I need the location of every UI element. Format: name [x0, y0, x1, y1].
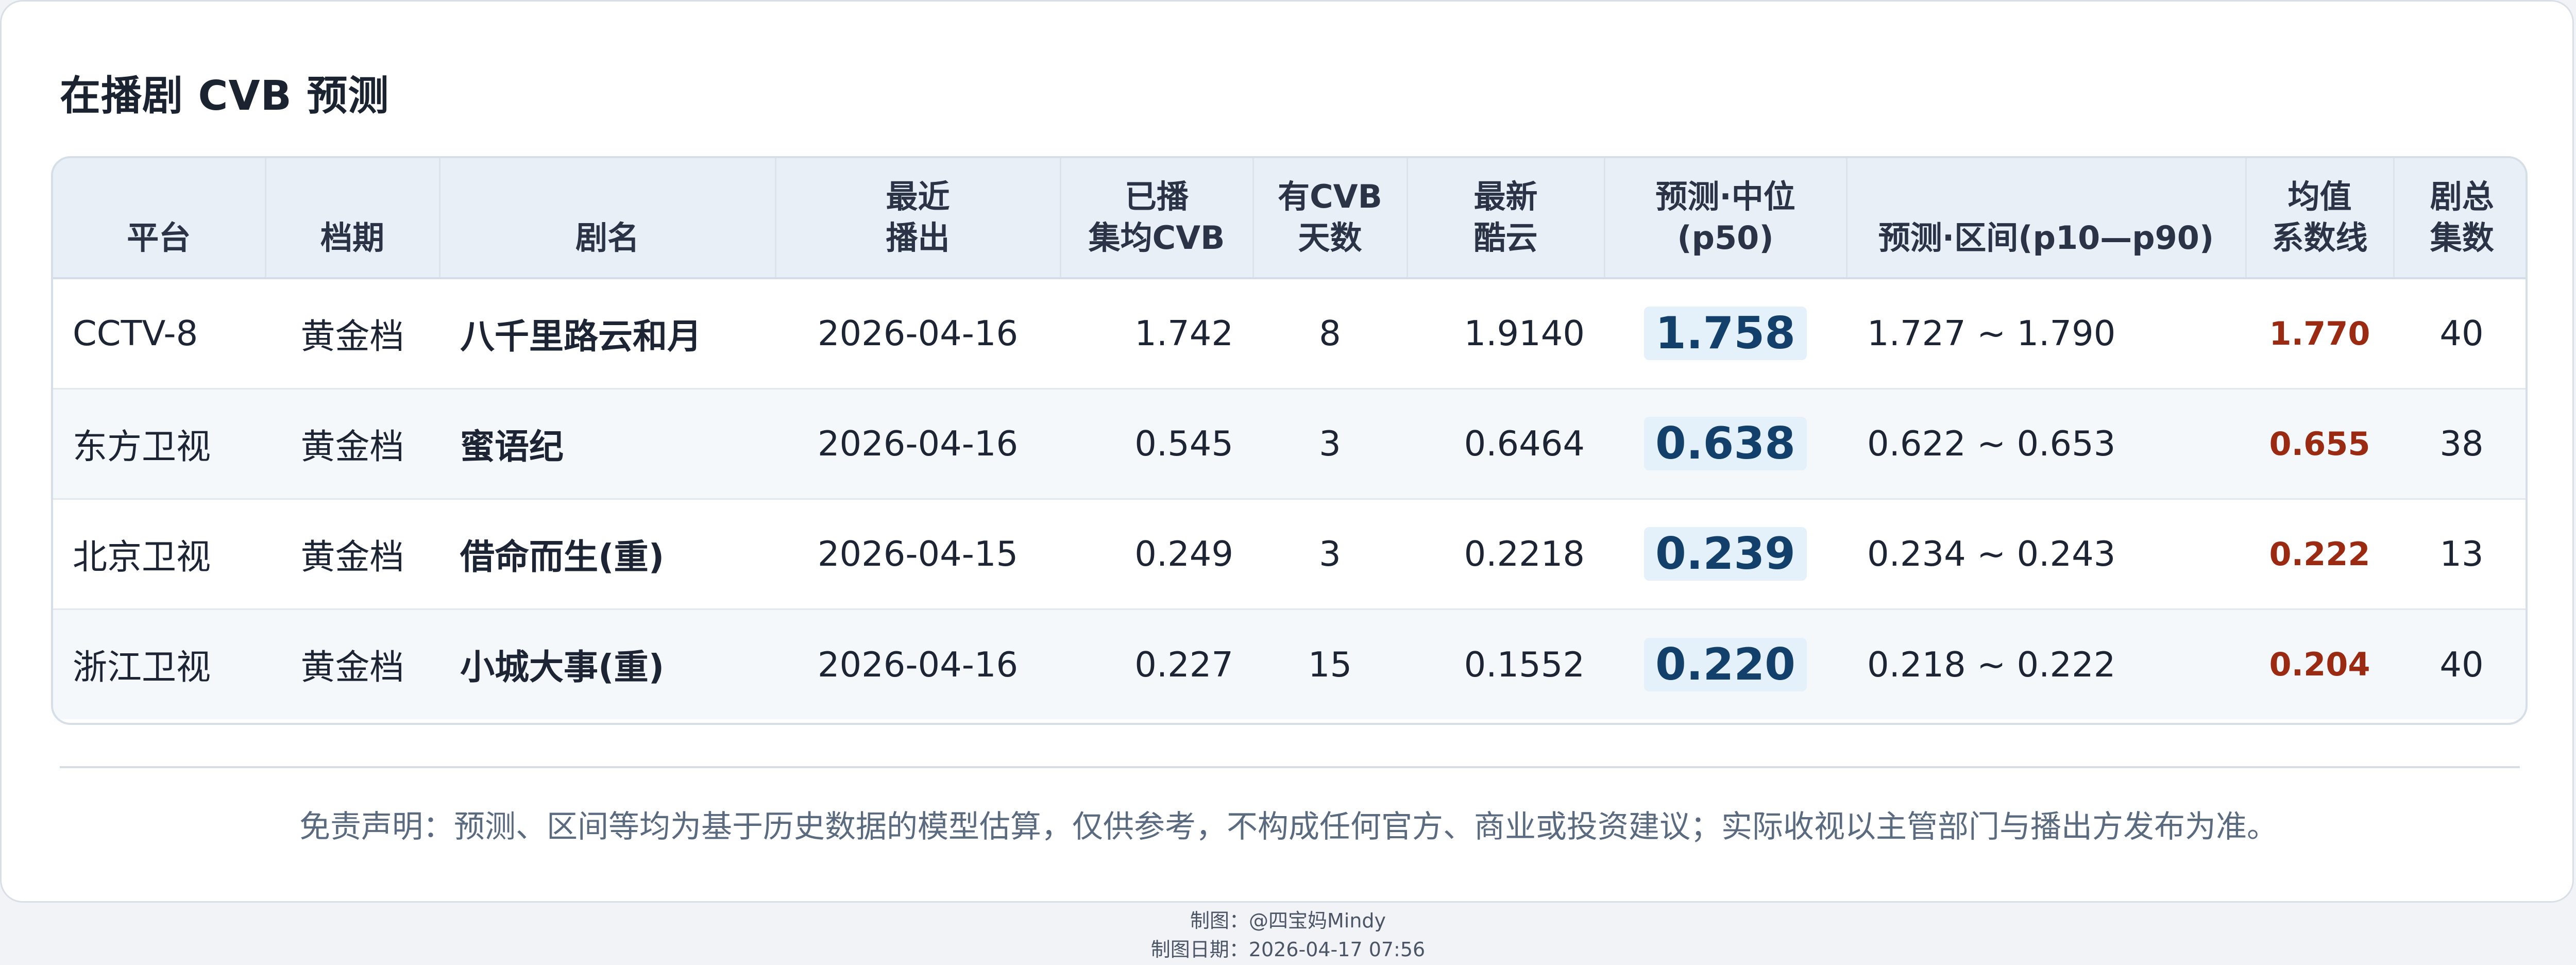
cell-slot: 黄金档: [265, 498, 439, 609]
cell-latest-air: 2026-04-16: [775, 608, 1060, 719]
cell-mean-line: 0.655: [2246, 387, 2394, 499]
cell-slot: 黄金档: [265, 277, 439, 388]
cell-drama-name: 八千里路云和月: [439, 277, 775, 388]
table-row[interactable]: 北京卫视 黄金档 借命而生(重) 2026-04-15 0.249 3 0.22…: [53, 498, 2526, 609]
cell-kuyun: 1.9140: [1407, 277, 1604, 388]
cell-latest-air: 2026-04-16: [775, 277, 1060, 388]
cell-drama-name: 蜜语纪: [439, 387, 775, 499]
cell-latest-air: 2026-04-16: [775, 387, 1060, 499]
cell-cvb-days: 8: [1253, 277, 1407, 388]
forecast-card: 在播剧 CVB 预测 平台 档期 剧名 最近 播出 已播 集均CVB 有CVB …: [0, 0, 2574, 903]
p50-value: 0.220: [1643, 637, 1807, 691]
column-header-kuyun[interactable]: 最新 酷云: [1407, 158, 1605, 279]
cell-kuyun: 0.6464: [1407, 387, 1604, 499]
column-header-mean-line[interactable]: 均值 系数线: [2246, 158, 2395, 279]
column-header-cvb-days[interactable]: 有CVB 天数: [1253, 158, 1408, 279]
disclaimer-text: 免责声明：预测、区间等均为基于历史数据的模型估算，仅供参考，不构成任何官方、商业…: [299, 809, 2278, 845]
table-row[interactable]: CCTV-8 黄金档 八千里路云和月 2026-04-16 1.742 8 1.…: [53, 277, 2526, 388]
column-header-avg-cvb[interactable]: 已播 集均CVB: [1060, 158, 1254, 279]
column-header-name[interactable]: 剧名: [439, 158, 776, 279]
cell-p50: 0.239: [1604, 498, 1846, 609]
cell-cvb-days: 3: [1253, 498, 1407, 609]
forecast-table: 平台 档期 剧名 最近 播出 已播 集均CVB 有CVB 天数 最新 酷云 预测·中位(…: [53, 158, 2526, 719]
p50-value: 1.758: [1643, 307, 1807, 361]
cell-p50: 0.638: [1604, 387, 1846, 499]
table-row[interactable]: 浙江卫视 黄金档 小城大事(重) 2026-04-16 0.227 15 0.1…: [53, 608, 2526, 719]
cell-mean-line: 0.204: [2246, 608, 2394, 719]
cell-episodes: 38: [2394, 387, 2526, 499]
column-header-latest-air[interactable]: 最近 播出: [775, 158, 1061, 279]
chart-date: 制图日期：2026-04-17 07:56: [1150, 938, 1426, 961]
column-header-p50[interactable]: 预测·中位 (p50): [1604, 158, 1848, 279]
cell-range: 0.218 ~ 0.222: [1846, 608, 2246, 719]
cell-platform: 浙江卫视: [53, 608, 265, 719]
cell-slot: 黄金档: [265, 608, 439, 719]
divider: [60, 766, 2520, 768]
cell-range: 1.727 ~ 1.790: [1846, 277, 2246, 388]
column-header-episodes[interactable]: 剧总 集数: [2394, 158, 2526, 279]
cell-drama-name: 借命而生(重): [439, 498, 775, 609]
cell-range: 0.234 ~ 0.243: [1846, 498, 2246, 609]
cell-avg-cvb: 0.545: [1060, 387, 1253, 499]
cell-platform: CCTV-8: [53, 277, 265, 388]
cell-drama-name: 小城大事(重): [439, 608, 775, 719]
chart-credit: 制图：@四宝妈Mindy: [1190, 909, 1386, 932]
column-header-platform[interactable]: 平台: [53, 158, 266, 279]
table-header-row: 平台 档期 剧名 最近 播出 已播 集均CVB 有CVB 天数 最新 酷云 预测·中位(…: [53, 158, 2526, 279]
cell-latest-air: 2026-04-15: [775, 498, 1060, 609]
cell-p50: 1.758: [1604, 277, 1846, 388]
cell-cvb-days: 15: [1253, 608, 1407, 719]
cell-platform: 北京卫视: [53, 498, 265, 609]
cell-mean-line: 0.222: [2246, 498, 2394, 609]
cell-range: 0.622 ~ 0.653: [1846, 387, 2246, 499]
cell-slot: 黄金档: [265, 387, 439, 499]
cell-episodes: 13: [2394, 498, 2526, 609]
page-title: 在播剧 CVB 预测: [60, 72, 389, 120]
cell-avg-cvb: 1.742: [1060, 277, 1253, 388]
cell-p50: 0.220: [1604, 608, 1846, 719]
cell-mean-line: 1.770: [2246, 277, 2394, 388]
cell-kuyun: 0.2218: [1407, 498, 1604, 609]
cell-episodes: 40: [2394, 608, 2526, 719]
p50-value: 0.239: [1643, 527, 1807, 581]
column-header-range[interactable]: 预测·区间(p10—p90): [1846, 158, 2247, 279]
cell-avg-cvb: 0.249: [1060, 498, 1253, 609]
table-row[interactable]: 东方卫视 黄金档 蜜语纪 2026-04-16 0.545 3 0.6464 0…: [53, 387, 2526, 499]
column-header-slot[interactable]: 档期: [265, 158, 440, 279]
cell-kuyun: 0.1552: [1407, 608, 1604, 719]
p50-value: 0.638: [1643, 417, 1807, 470]
cell-avg-cvb: 0.227: [1060, 608, 1253, 719]
cell-episodes: 40: [2394, 277, 2526, 388]
cell-cvb-days: 3: [1253, 387, 1407, 499]
cell-platform: 东方卫视: [53, 387, 265, 499]
forecast-table-container: 平台 档期 剧名 最近 播出 已播 集均CVB 有CVB 天数 最新 酷云 预测·中位(…: [51, 156, 2528, 725]
